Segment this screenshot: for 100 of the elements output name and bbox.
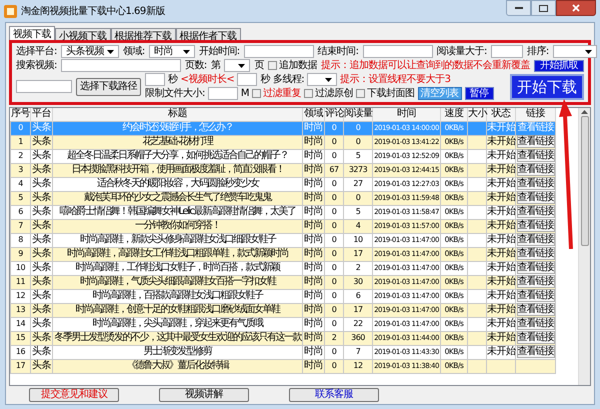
link[interactable]: 查看链接 [516,331,554,344]
column-header[interactable]: 大小 [468,108,486,121]
maximize-button[interactable] [531,0,556,16]
platform-cell: 头条 [32,150,51,161]
platform-cell: 头条 [32,178,51,189]
status-cell: 未开始 [487,150,516,161]
index-cell: 10 [16,263,26,272]
input-field[interactable] [244,45,314,58]
column-header[interactable]: 标题 [52,108,302,121]
input-field[interactable] [237,73,258,86]
comments-cell: 0 [332,137,336,146]
input-field[interactable] [208,87,238,100]
link[interactable]: 查看链接 [516,289,554,302]
column-header[interactable]: 速度 [440,108,468,121]
input-field[interactable] [16,80,72,93]
dropdown-field[interactable]: 时尚 [148,45,195,58]
checkbox[interactable]: 下载封面图 [356,86,415,101]
platform-cell: 头条 [32,122,51,133]
choose-path-button[interactable]: 选择下载路径 [76,78,141,96]
platform-cell: 头条 [32,220,51,231]
title-cell: 戴泡芙耳环的少女之震撼会长生气了绝赞车吃鬼鬼 [84,192,271,203]
close-button[interactable] [556,0,596,16]
checkbox[interactable]: 过滤原创 [304,86,354,101]
tab[interactable]: 小视频下载 [55,28,110,40]
dropdown-field[interactable] [224,59,250,72]
tab[interactable]: 视频下载 [9,26,55,40]
input-field[interactable] [490,45,523,58]
link[interactable]: 查看链接 [516,149,554,162]
dropdown-field[interactable]: 头条视频 [60,45,119,58]
input-field[interactable] [145,73,165,86]
scroll-up-icon[interactable] [581,110,588,114]
vertical-scrollbar[interactable] [578,108,590,385]
index-cell: 14 [16,319,26,328]
minimize-button[interactable] [506,0,531,16]
link[interactable]: 查看链接 [516,317,554,330]
category-cell: 时尚 [304,164,323,175]
category-cell: 时尚 [304,304,323,315]
platform-cell: 头条 [32,136,51,147]
link[interactable]: 查看链接 [516,303,554,316]
column-header[interactable]: 领域 [302,108,324,121]
reads-cell: 30 [353,277,363,286]
platform-cell: 头条 [32,248,51,259]
footer-button[interactable]: 视频讲解 [159,388,249,402]
tab[interactable]: 根据推荐下载 [110,28,176,40]
comments-cell: 0 [332,151,336,160]
status-cell: 未开始 [487,290,516,301]
link[interactable]: 查看链接 [516,205,554,218]
input-field[interactable] [60,59,181,72]
column-header[interactable]: 时间 [372,108,440,121]
reads-cell: 5 [356,207,360,216]
comments-cell: 0 [332,193,336,202]
status-cell: 未开始 [487,192,516,203]
field-label: <视频时长< [180,72,234,87]
title-cell: 时尚高跟鞋，气质尖头细跟高跟鞋女百搭一字扣女鞋 [80,276,276,287]
link[interactable]: 查看链接 [516,233,554,246]
checkbox[interactable]: 追加数据 [268,58,317,73]
reads-cell: 6 [356,291,360,300]
link[interactable]: 查看链接 [516,261,554,274]
link[interactable]: 查看链接 [516,191,554,204]
comments-cell: 0 [332,179,336,188]
link[interactable]: 查看链接 [516,163,554,176]
pause-button[interactable]: 暂停 [464,87,494,100]
platform-cell: 头条 [32,318,51,329]
dropdown-field[interactable] [552,45,597,58]
fetch-button[interactable]: 开始抓取 [534,60,584,72]
category-cell: 时尚 [304,318,323,329]
link[interactable]: 查看链接 [516,177,554,190]
column-header[interactable]: 评论 [324,108,344,121]
field-label: 秒 [260,72,270,87]
index-cell: 3 [18,165,23,174]
title-cell: 时尚高跟鞋，工作鞋浅口女鞋子，时尚百搭，款式新颖 [76,262,280,273]
link[interactable]: 查看链接 [516,275,554,288]
column-header[interactable]: 状态 [486,108,516,121]
footer-button[interactable]: 联系客服 [289,388,379,402]
dropdown-field[interactable] [307,73,338,86]
index-cell: 8 [18,235,23,244]
link[interactable]: 查看链接 [516,345,554,358]
start-download-button[interactable]: 开始下载 [510,74,584,100]
column-header[interactable]: 链接 [516,108,556,121]
comments-cell: 0 [332,263,336,272]
status-cell: 未开始 [487,318,516,329]
app-icon [4,4,17,18]
index-cell: 11 [16,277,26,286]
link[interactable]: 查看链接 [516,135,554,148]
column-header[interactable]: 阅读量 [344,108,372,121]
field-label: M [240,87,250,101]
category-cell: 时尚 [304,332,323,343]
column-header[interactable]: 序号 [10,108,30,121]
footer-button[interactable]: 提交意见和建议 [29,388,119,402]
dropdown-caret-icon [584,50,592,54]
checkbox[interactable]: 过滤重复 [252,86,302,101]
link[interactable]: 查看链接 [516,219,554,232]
input-field[interactable] [362,45,432,58]
field-label: 页 [254,59,264,73]
index-cell: 6 [18,207,23,216]
comments-cell: 0 [332,207,336,216]
tab[interactable]: 根据作者下载 [176,28,240,40]
column-header[interactable]: 平台 [30,108,52,121]
link[interactable]: 查看链接 [516,247,554,260]
close-icon [572,4,580,12]
